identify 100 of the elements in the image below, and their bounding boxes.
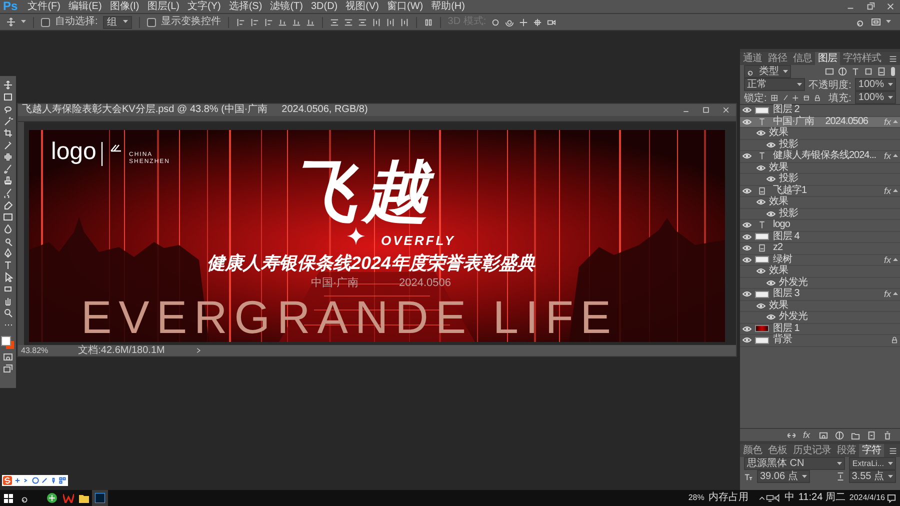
panel-tab[interactable]: 颜色 [740,444,765,457]
panel-tab[interactable]: 路径 [765,52,790,65]
lock-all-icon[interactable] [814,94,821,102]
menu-item[interactable]: 图层(L) [143,0,184,12]
distribute-icon[interactable] [400,18,409,26]
toolbar-icon[interactable] [50,477,57,484]
drag-icon[interactable] [519,18,528,26]
chevron-up-icon[interactable] [758,494,766,502]
effect-name[interactable]: 效果 [769,300,898,311]
visibility-eye-icon[interactable] [742,324,752,333]
panel-menu-icon[interactable] [889,54,897,62]
close-icon[interactable] [722,106,730,114]
app-logo[interactable]: Ps [0,0,24,13]
start-icon[interactable] [4,494,12,502]
align-icon[interactable] [236,18,245,26]
effect-name[interactable]: 效果 [769,128,898,138]
type-filter-icon[interactable] [851,67,860,76]
blur-tool-icon[interactable] [3,224,13,234]
visibility-eye-icon[interactable] [766,210,776,218]
distribute-icon[interactable] [358,18,367,26]
shape-filter-icon[interactable] [864,67,873,76]
visibility-eye-icon[interactable] [742,244,752,252]
distribute-icon[interactable] [372,18,381,26]
clock-time[interactable]: 11:24 周二 [796,491,848,505]
menu-item[interactable]: 文字(Y) [184,0,225,12]
blend-mode-dropdown[interactable]: 正常 [744,78,805,91]
slide-icon[interactable] [533,18,542,26]
menu-item[interactable]: 视图(V) [342,0,383,12]
effect-name[interactable]: 外发光 [779,278,898,288]
color-swatches[interactable] [1,336,15,350]
effect-name[interactable]: 投影 [779,208,898,219]
align-icon[interactable] [250,18,259,26]
rectangle-tool-icon[interactable] [3,284,13,294]
panel-menu-icon[interactable] [889,446,897,454]
input-language[interactable]: 中 [782,491,796,505]
photoshop-icon[interactable] [95,493,105,503]
visibility-eye-icon[interactable] [756,267,766,276]
visibility-eye-icon[interactable] [756,164,766,172]
layer-row[interactable]: 健康人寿银保条线2024... fx [740,151,900,162]
layer-row[interactable]: 背景 [740,335,900,346]
font-style-dropdown[interactable]: ExtraLi... [849,457,896,470]
visibility-eye-icon[interactable] [766,175,776,184]
caret-icon[interactable] [893,292,898,296]
distribute-icon[interactable] [330,18,339,26]
folder-icon[interactable] [79,494,89,502]
brush-tool-icon[interactable] [3,164,13,174]
font-size-field[interactable]: 39.06 点 [757,470,810,483]
visibility-eye-icon[interactable] [742,290,752,298]
lock-position-icon[interactable] [792,94,800,102]
align-icon[interactable] [306,18,315,26]
menu-item[interactable]: 帮助(H) [427,0,469,12]
visibility-eye-icon[interactable] [742,221,752,230]
pen-tool-icon[interactable] [3,248,13,258]
panel-tab[interactable]: 通道 [740,52,765,65]
notification-icon[interactable] [887,494,896,502]
checkbox[interactable] [41,18,50,26]
align-icon[interactable] [264,18,273,26]
layer-row[interactable]: 图层 1 [740,324,900,335]
zoom-level[interactable]: 43.82% [21,346,48,355]
effect-name[interactable]: 效果 [769,266,898,276]
visibility-eye-icon[interactable] [756,302,766,310]
caret-icon[interactable] [893,188,898,193]
layer-row[interactable]: 图层 3 fx [740,289,900,300]
input-method-logo-icon[interactable] [3,476,12,485]
menu-item[interactable]: 图像(I) [106,0,144,12]
caret-icon[interactable] [893,258,898,262]
lock-pixels-icon[interactable] [770,94,778,102]
effect-name[interactable]: 效果 [769,197,898,208]
visibility-eye-icon[interactable] [742,336,752,344]
effect-name[interactable]: 效果 [769,162,898,173]
layer-row[interactable]: 飞越字1 fx [740,186,900,197]
wps-office-icon[interactable] [62,494,74,502]
visibility-eye-icon[interactable] [742,152,752,160]
distribute-icon[interactable] [386,18,395,26]
visibility-eye-icon[interactable] [766,313,776,322]
browser-icon[interactable] [47,493,57,503]
camera-icon[interactable] [547,18,556,26]
smart-filter-icon[interactable] [877,67,886,76]
font-family-dropdown[interactable]: 思源黑体 CN [744,457,846,470]
add-style-button[interactable]: fx [802,430,810,440]
orbit-icon[interactable] [491,18,500,26]
quick-mask-icon[interactable] [3,352,13,362]
menu-item[interactable]: 滤镜(T) [266,0,307,12]
caret-icon[interactable] [893,154,898,158]
lock-paint-icon[interactable] [782,94,788,102]
visibility-eye-icon[interactable] [766,140,776,149]
visibility-eye-icon[interactable] [742,118,752,126]
menu-item[interactable]: 窗口(W) [382,0,428,12]
auto-align-icon[interactable] [424,18,433,26]
adjustment-filter-icon[interactable] [838,67,847,76]
menu-item[interactable]: 选择(S) [224,0,266,12]
visibility-eye-icon[interactable] [742,256,752,264]
marquee-tool-icon[interactable] [3,92,13,102]
layer-row[interactable]: 图层 4 [740,232,900,243]
dodge-tool-icon[interactable] [3,236,13,246]
effect-name[interactable]: 投影 [779,174,898,184]
type-tool-icon[interactable] [3,260,13,270]
effect-name[interactable]: 外发光 [779,312,898,322]
toolbar-icon[interactable] [14,477,21,484]
hand-tool-icon[interactable] [3,296,13,306]
